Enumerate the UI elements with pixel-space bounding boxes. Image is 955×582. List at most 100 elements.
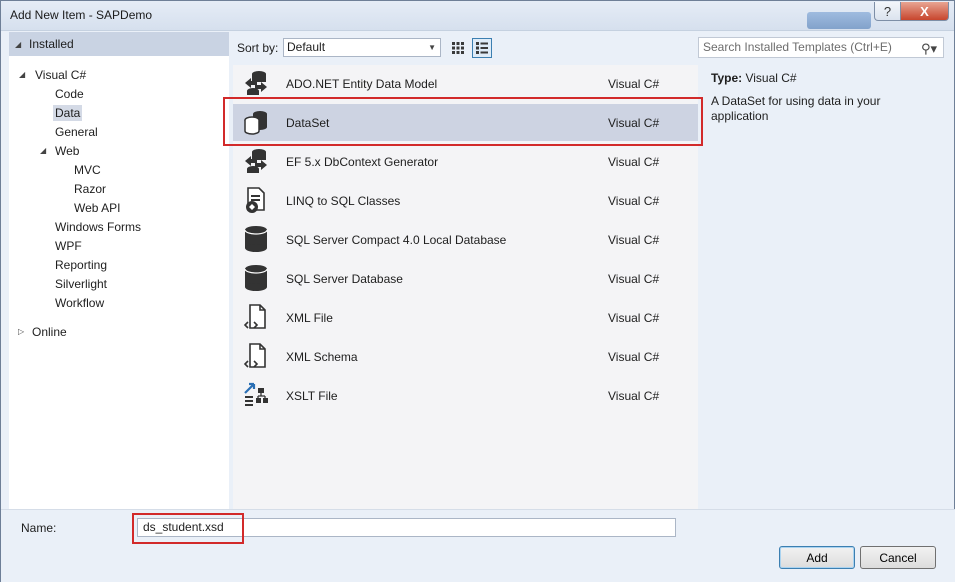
template-row[interactable]: XML File Visual C# — [233, 299, 698, 336]
cancel-button[interactable]: Cancel — [860, 546, 936, 569]
details-pane: Type: Visual C# A DataSet for using data… — [711, 71, 941, 124]
template-row[interactable]: SQL Server Database Visual C# — [233, 260, 698, 297]
template-name: XML File — [286, 310, 333, 325]
template-search-input[interactable]: Search Installed Templates (Ctrl+E) ⚲▾ — [698, 37, 944, 58]
template-row[interactable]: XML Schema Visual C# — [233, 338, 698, 375]
tree-item-label: WPF — [55, 238, 82, 253]
template-row[interactable]: XSLT File Visual C# — [233, 377, 698, 414]
tree-item-workflow[interactable]: Workflow — [55, 293, 104, 312]
expand-arrow-icon[interactable]: ▷ — [18, 327, 27, 336]
dbcontext-generator-icon — [245, 149, 267, 173]
name-input[interactable]: ds_student.xsd — [137, 518, 676, 537]
help-button[interactable]: ? — [874, 2, 901, 21]
category-pane: ◢ Installed ◢ Visual C# Code Data Genera… — [9, 32, 229, 509]
template-name: EF 5.x DbContext Generator — [286, 154, 439, 169]
small-icons-view-button[interactable] — [448, 38, 468, 58]
tree-item-reporting[interactable]: Reporting — [55, 255, 107, 274]
tree-item-label: MVC — [74, 162, 101, 177]
template-list: ADO.NET Entity Data Model Visual C# Data… — [233, 65, 698, 509]
tree-item-data[interactable]: Data — [53, 103, 83, 122]
template-language: Visual C# — [608, 76, 660, 91]
linq-to-sql-icon — [246, 187, 265, 213]
template-name: XML Schema — [286, 349, 358, 364]
tree-item-label: Razor — [74, 181, 107, 196]
help-icon: ? — [883, 3, 892, 19]
tree-item-label: Visual C# — [35, 67, 87, 82]
medium-icons-view-button[interactable] — [472, 38, 492, 58]
tree-item-online[interactable]: ▷ Online — [18, 322, 67, 341]
template-name: DataSet — [286, 115, 330, 130]
dataset-icon — [244, 111, 267, 135]
name-label: Name: — [21, 521, 57, 535]
template-language: Visual C# — [608, 388, 660, 403]
entity-model-icon — [245, 71, 267, 95]
dialog-title: Add New Item - SAPDemo — [10, 8, 153, 22]
sort-by-label: Sort by: — [237, 39, 278, 57]
template-name: SQL Server Compact 4.0 Local Database — [286, 232, 507, 247]
tree-item-general[interactable]: General — [55, 122, 98, 141]
template-language: Visual C# — [608, 193, 660, 208]
title-bar[interactable]: Add New Item - SAPDemo ? X — [1, 1, 954, 31]
tree-item-label: Silverlight — [55, 276, 108, 291]
sort-label-text: Sort by: — [237, 41, 279, 55]
tree-item-label: Data — [53, 104, 83, 121]
database-icon — [244, 265, 268, 291]
list-view-icon — [476, 42, 488, 54]
expand-arrow-icon[interactable]: ◢ — [19, 70, 28, 79]
add-button[interactable]: Add — [779, 546, 855, 569]
template-name: SQL Server Database — [286, 271, 403, 286]
tree-item-label: Reporting — [55, 257, 108, 272]
tree-item-web[interactable]: ◢ Web — [40, 141, 79, 160]
xml-file-icon — [243, 304, 266, 329]
template-row[interactable]: ADO.NET Entity Data Model Visual C# — [233, 65, 698, 102]
template-name: ADO.NET Entity Data Model — [286, 76, 438, 91]
expand-arrow-icon[interactable]: ◢ — [40, 146, 49, 155]
tree-item-label: General — [55, 124, 98, 139]
template-language: Visual C# — [608, 115, 660, 130]
close-icon: X — [920, 3, 929, 19]
grid-view-icon — [452, 42, 464, 54]
template-description: A DataSet for using data in your applica… — [711, 94, 881, 123]
close-button[interactable]: X — [900, 2, 949, 21]
dropdown-arrow-icon: ▼ — [428, 43, 436, 52]
tree-item-web-api[interactable]: Web API — [74, 198, 120, 217]
xslt-file-icon — [244, 382, 268, 406]
template-language: Visual C# — [608, 310, 660, 325]
tree-item-label: Workflow — [55, 295, 105, 310]
search-icon[interactable]: ⚲▾ — [921, 39, 937, 58]
tree-item-razor[interactable]: Razor — [74, 179, 106, 198]
tree-item-label: Web — [55, 143, 80, 158]
tree-item-code[interactable]: Code — [55, 84, 84, 103]
template-name: LINQ to SQL Classes — [286, 193, 401, 208]
tree-item-silverlight[interactable]: Silverlight — [55, 274, 107, 293]
sort-value: Default — [287, 40, 326, 54]
type-value: Visual C# — [745, 71, 797, 85]
template-row[interactable]: EF 5.x DbContext Generator Visual C# — [233, 143, 698, 180]
type-line: Type: Visual C# — [711, 71, 941, 85]
tree-item-label: Windows Forms — [55, 219, 142, 234]
background-window-button — [807, 12, 871, 29]
template-language: Visual C# — [608, 232, 660, 247]
template-language: Visual C# — [608, 349, 660, 364]
tree-item-label: Web API — [74, 200, 121, 215]
xml-schema-icon — [243, 343, 266, 368]
search-placeholder: Search Installed Templates (Ctrl+E) — [703, 40, 892, 54]
name-value: ds_student.xsd — [143, 520, 224, 534]
tree-item-label: Online — [32, 324, 67, 339]
tree-item-visual-csharp[interactable]: ◢ Visual C# — [19, 65, 86, 84]
template-row[interactable]: LINQ to SQL Classes Visual C# — [233, 182, 698, 219]
template-language: Visual C# — [608, 154, 660, 169]
tree-item-mvc[interactable]: MVC — [74, 160, 101, 179]
sort-by-dropdown[interactable]: Default ▼ — [283, 38, 441, 57]
template-name: XSLT File — [286, 388, 338, 403]
template-row-selected[interactable]: DataSet Visual C# — [233, 104, 698, 141]
template-row[interactable]: SQL Server Compact 4.0 Local Database Vi… — [233, 221, 698, 258]
database-icon — [244, 226, 268, 252]
tree-item-windows-forms[interactable]: Windows Forms — [55, 217, 141, 236]
collapse-arrow-icon[interactable]: ◢ — [15, 40, 24, 49]
installed-header[interactable]: ◢ Installed — [9, 32, 229, 56]
installed-label: Installed — [29, 37, 74, 51]
template-language: Visual C# — [608, 271, 660, 286]
tree-item-wpf[interactable]: WPF — [55, 236, 82, 255]
tree-item-label: Code — [55, 86, 84, 101]
